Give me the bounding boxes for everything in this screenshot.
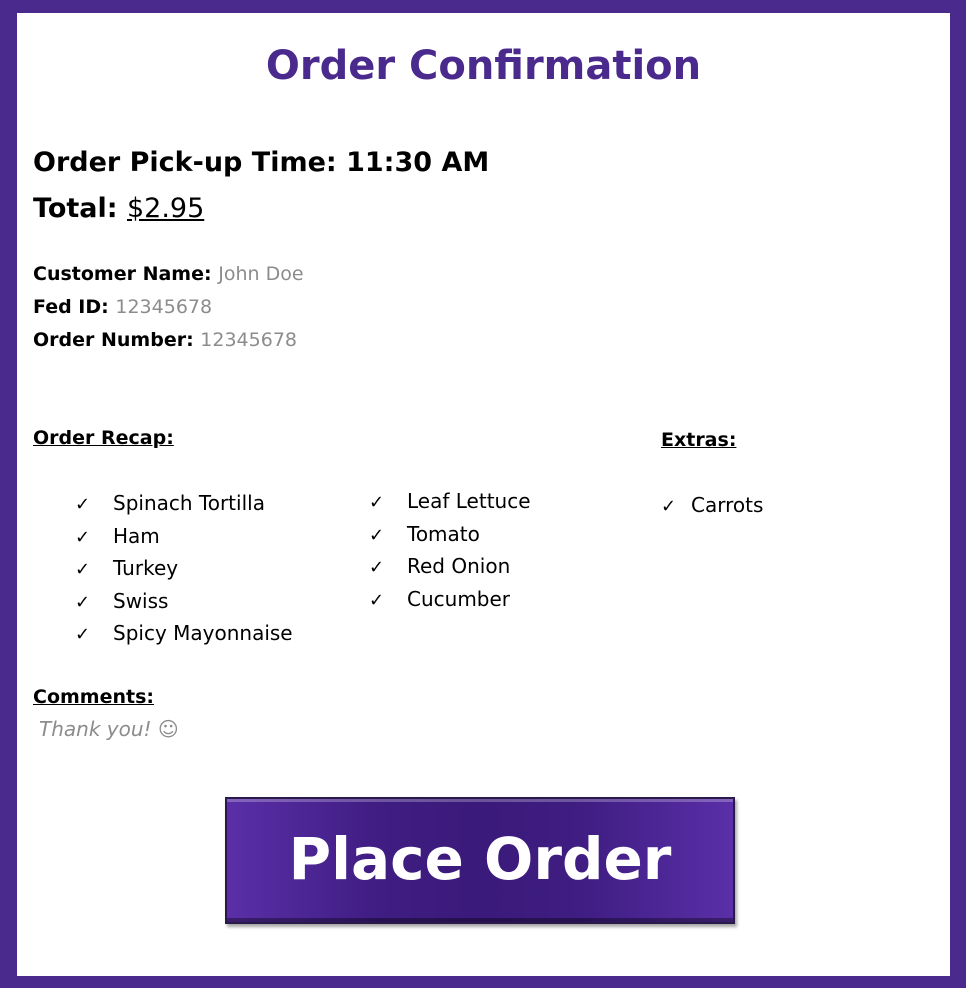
list-item: ✓ Tomato xyxy=(369,518,531,551)
customer-name: Customer Name: John Doe xyxy=(33,263,304,285)
fed-id-value: 12345678 xyxy=(115,296,213,318)
place-order-button[interactable]: Place Order xyxy=(225,797,735,924)
checkmark-icon: ✓ xyxy=(369,492,385,513)
order-number: Order Number: 12345678 xyxy=(33,329,297,351)
order-recap-heading: Order Recap: xyxy=(33,427,174,449)
list-item-label: Carrots xyxy=(691,493,764,517)
fed-id: Fed ID: 12345678 xyxy=(33,296,212,318)
order-total: Total: $2.95 xyxy=(33,193,204,224)
list-item: ✓ Carrots xyxy=(661,489,763,522)
list-item: ✓ Spicy Mayonnaise xyxy=(75,617,293,650)
list-item-label: Leaf Lettuce xyxy=(407,489,531,513)
checkmark-icon: ✓ xyxy=(661,496,677,517)
extras-heading: Extras: xyxy=(661,429,737,451)
pickup-time: Order Pick-up Time: 11:30 AM xyxy=(33,147,489,178)
recap-list-column-1: ✓ Spinach Tortilla ✓ Ham ✓ Turkey ✓ Swiss ✓ S… xyxy=(75,487,293,650)
total-value: $2.95 xyxy=(126,193,205,224)
extras-list: ✓ Carrots xyxy=(661,489,763,522)
checkmark-icon: ✓ xyxy=(369,589,385,611)
checkmark-icon: ✓ xyxy=(75,624,91,645)
list-item-label: Turkey xyxy=(113,556,179,580)
list-item: ✓ Turkey xyxy=(75,552,293,585)
checkmark-icon: ✓ xyxy=(75,559,91,580)
list-item-label: Spinach Tortilla xyxy=(113,491,265,515)
comments-heading: Comments: xyxy=(33,686,154,708)
list-item: ✓ Cucumber xyxy=(369,583,531,616)
list-item: ✓ Swiss xyxy=(75,585,293,618)
list-item: ✓ Leaf Lettuce xyxy=(369,485,531,518)
order-number-value: 12345678 xyxy=(200,329,298,351)
recap-list-column-2: ✓ Leaf Lettuce ✓ Tomato ✓ Red Onion ✓ Cucumb… xyxy=(369,485,531,615)
customer-name-value: John Doe xyxy=(218,263,304,285)
list-item: ✓ Red Onion xyxy=(369,550,531,583)
pickup-time-label: Order Pick-up Time: xyxy=(33,147,347,178)
dialog-title: Order Confirmation xyxy=(265,43,702,89)
list-item: ✓ Ham xyxy=(75,520,293,553)
list-item-label: Spicy Mayonnaise xyxy=(113,621,293,645)
checkmark-icon: ✓ xyxy=(369,524,385,546)
fed-id-label: Fed ID: xyxy=(33,296,116,318)
list-item-label: Ham xyxy=(113,523,160,548)
order-confirmation-dialog: Order Confirmation Order Pick-up Time: 1… xyxy=(0,0,966,988)
checkmark-icon: ✓ xyxy=(75,494,91,515)
list-item-label: Cucumber xyxy=(407,586,511,611)
list-item-label: Swiss xyxy=(113,588,169,613)
pickup-time-value: 11:30 AM xyxy=(346,147,490,178)
list-item: ✓ Spinach Tortilla xyxy=(75,487,293,520)
list-item-label: Red Onion xyxy=(407,554,511,578)
checkmark-icon: ✓ xyxy=(369,557,385,578)
customer-name-label: Customer Name: xyxy=(33,263,219,285)
order-number-label: Order Number: xyxy=(33,329,201,351)
checkmark-icon: ✓ xyxy=(75,591,91,613)
checkmark-icon: ✓ xyxy=(75,526,91,548)
comments-text: Thank you! ☺ xyxy=(39,717,179,741)
total-label: Total: xyxy=(33,193,127,224)
list-item-label: Tomato xyxy=(407,521,480,546)
